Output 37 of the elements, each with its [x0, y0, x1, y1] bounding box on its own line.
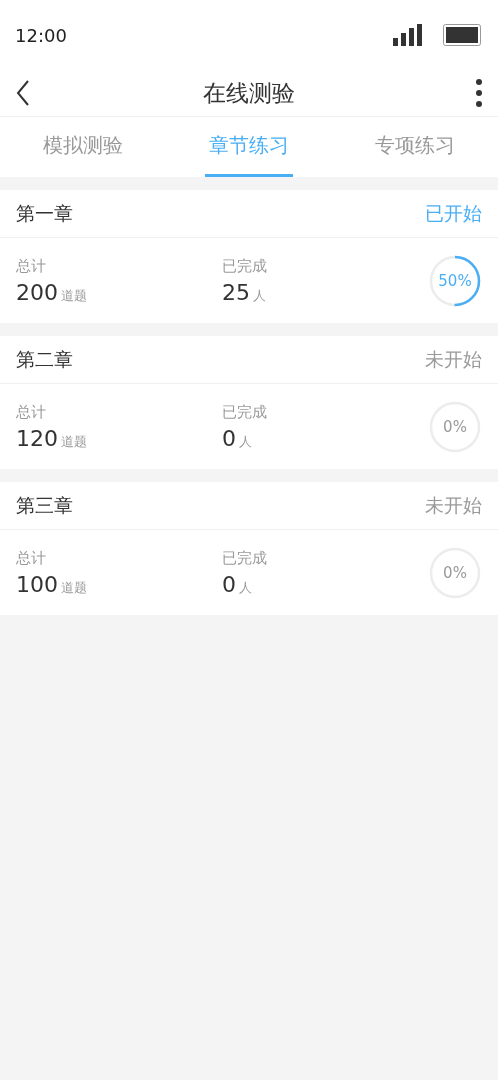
chapter-title: 第一章	[16, 200, 73, 226]
tab[interactable]: 专项练习	[371, 117, 459, 177]
status-time: 12:00	[15, 24, 67, 46]
stat-unit: 道题	[61, 432, 87, 451]
stat-label: 已完成	[222, 402, 268, 422]
chapter-status: 未开始	[425, 492, 482, 518]
stat-value: 0	[222, 571, 236, 597]
chapter-title: 第二章	[16, 346, 73, 372]
progress-percent: 50%	[438, 271, 472, 290]
stat-value: 120	[16, 425, 58, 451]
stat-label: 总计	[16, 402, 47, 422]
stat-value: 100	[16, 571, 58, 597]
tab[interactable]: 章节练习	[205, 117, 293, 177]
stat-unit: 道题	[61, 286, 87, 305]
progress-ring	[428, 253, 482, 308]
stat-unit: 道题	[61, 578, 87, 597]
chapter-title: 第三章	[16, 492, 73, 518]
battery-icon	[443, 24, 481, 46]
stat-unit: 人	[239, 432, 252, 451]
progress-percent: 0%	[443, 417, 467, 436]
more-icon[interactable]	[476, 79, 482, 107]
back-icon[interactable]	[16, 80, 30, 106]
stat-unit: 人	[253, 286, 266, 305]
stat-unit: 人	[239, 578, 252, 597]
chapter-status: 未开始	[425, 346, 482, 372]
signal-icon	[393, 24, 423, 46]
progress-percent: 0%	[443, 563, 467, 582]
stat-value: 200	[16, 279, 58, 305]
stat-label: 已完成	[222, 256, 268, 276]
tab[interactable]: 模拟测验	[39, 117, 127, 177]
stat-label: 已完成	[222, 548, 268, 568]
stat-label: 总计	[16, 548, 47, 568]
stat-value: 0	[222, 425, 236, 451]
stat-label: 总计	[16, 256, 47, 276]
stat-value: 25	[222, 279, 250, 305]
page-title: 在线测验	[203, 78, 295, 108]
chapter-status: 已开始	[425, 200, 482, 226]
